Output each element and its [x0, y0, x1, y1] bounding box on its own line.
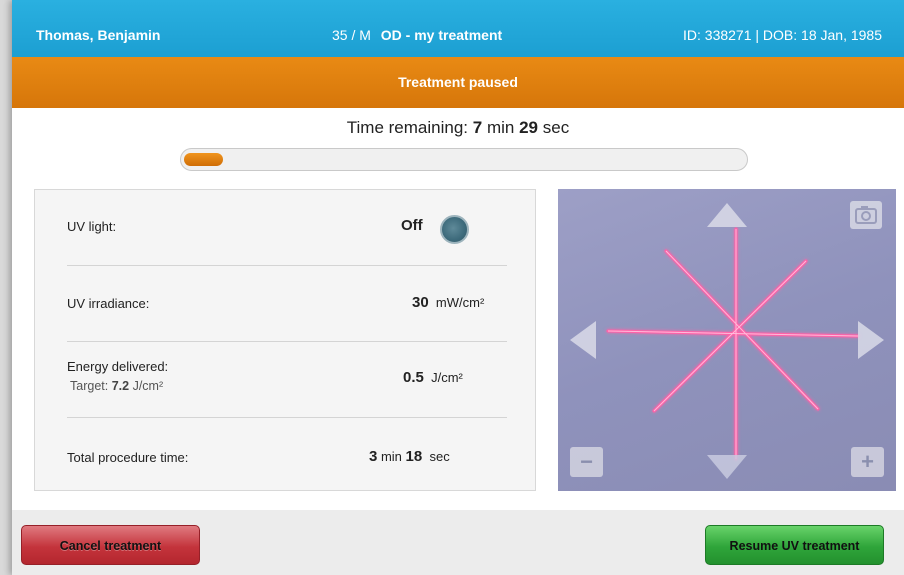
- total-procedure-time-label: Total procedure time:: [67, 450, 189, 465]
- treatment-progress-bar: [180, 148, 748, 171]
- laser-crosshair: [606, 227, 860, 461]
- cancel-treatment-button[interactable]: Cancel treatment: [21, 525, 200, 565]
- energy-delivered-label: Energy delivered:: [67, 359, 169, 374]
- energy-delivered-value: 0.5 J/cm²: [403, 369, 463, 386]
- patient-header: Thomas, Benjamin 35 / M OD - my treatmen…: [12, 0, 904, 57]
- arrow-left-icon[interactable]: [570, 321, 596, 359]
- energy-target: Target: 7.2 J/cm²: [70, 379, 164, 393]
- resume-uv-treatment-button[interactable]: Resume UV treatment: [705, 525, 884, 565]
- divider: [67, 341, 507, 342]
- zoom-in-icon[interactable]: +: [851, 447, 884, 477]
- total-procedure-time-value: 3 min 18 sec: [369, 448, 450, 465]
- progress-fill: [184, 153, 224, 166]
- treatment-metrics-panel: UV light: Off UV irradiance: 30 mW/cm² E…: [34, 189, 536, 491]
- treatment-summary: 35 / M OD - my treatment: [332, 27, 502, 43]
- uv-irradiance-value: 30 mW/cm²: [412, 294, 485, 311]
- time-remaining-label: Time remaining:: [346, 118, 469, 137]
- laser-alignment-overlay: [570, 201, 884, 479]
- patient-id-dob: ID: 338271 | DOB: 18 Jan, 1985: [683, 27, 882, 43]
- uv-light-label: UV light:: [67, 219, 117, 234]
- time-remaining: Time remaining: 7 min 29 sec: [12, 118, 904, 138]
- patient-name: Thomas, Benjamin: [36, 27, 161, 43]
- uv-light-value: Off: [401, 217, 423, 234]
- time-remaining-minutes: 7: [472, 118, 483, 137]
- status-text: Treatment paused: [398, 74, 518, 90]
- uv-irradiance-label: UV irradiance:: [67, 296, 150, 311]
- treatment-name: OD - my treatment: [380, 27, 503, 43]
- camera-icon[interactable]: [850, 201, 882, 229]
- time-remaining-sec-unit: sec: [542, 118, 570, 137]
- arrow-right-icon[interactable]: [858, 321, 884, 359]
- camera-view: − +: [558, 189, 896, 491]
- divider: [67, 417, 507, 418]
- divider: [67, 265, 507, 266]
- patient-age-sex: 35 / M: [332, 27, 371, 43]
- treatment-status-banner: Treatment paused: [12, 57, 904, 108]
- time-remaining-seconds: 29: [519, 118, 539, 137]
- arrow-down-icon[interactable]: [707, 455, 747, 479]
- arrow-up-icon[interactable]: [707, 203, 747, 227]
- zoom-out-icon[interactable]: −: [570, 447, 603, 477]
- time-remaining-min-unit: min: [486, 118, 515, 137]
- uv-status-indicator: [440, 215, 469, 244]
- treatment-screen: Thomas, Benjamin 35 / M OD - my treatmen…: [12, 0, 904, 575]
